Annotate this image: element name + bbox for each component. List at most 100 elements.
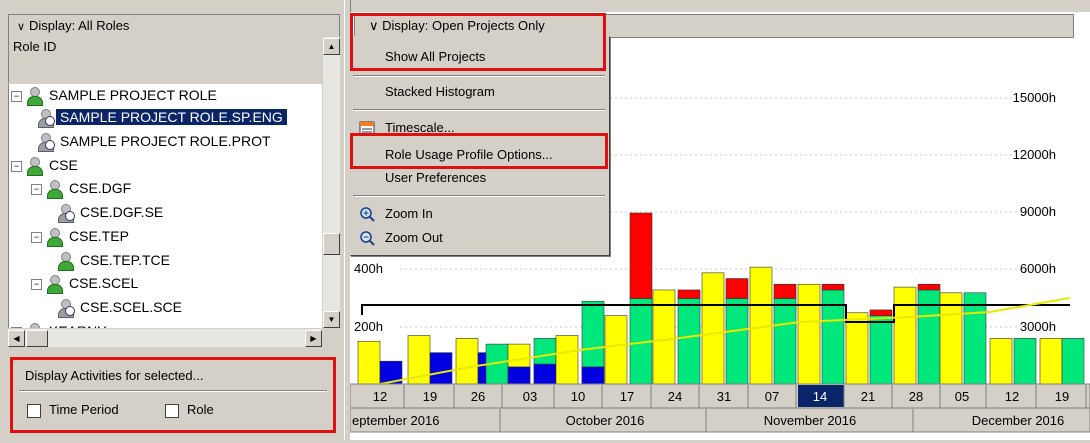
right-axis-tick-label: 9000h (1020, 204, 1056, 219)
collapse-icon[interactable]: − (11, 160, 22, 172)
divider (19, 390, 327, 392)
bar-blue (581, 366, 605, 385)
week-label: 12 (373, 389, 387, 404)
bar-red (821, 283, 845, 291)
role-tree: − SAMPLE PROJECT ROLE SAMPLE PROJECT ROLE.… (8, 84, 323, 328)
role-icon (26, 157, 43, 177)
scroll-up-button[interactable]: ▲ (323, 38, 340, 55)
right-axis-tick-label: 15000h (1013, 90, 1056, 105)
bar-green (677, 298, 701, 385)
menu-item-stacked-histogram[interactable]: Stacked Histogram (351, 80, 607, 104)
bar-yellow (357, 340, 381, 385)
tree-item-label: CSE.SCEL.SCE (80, 299, 182, 315)
week-label: 17 (620, 389, 634, 404)
week-label: 21 (861, 389, 875, 404)
menu-item-user-preferences[interactable]: User Preferences (351, 166, 607, 190)
display-activities-title: Display Activities for selected... (25, 368, 204, 383)
left-axis-tick-label: 400h (354, 261, 383, 276)
bar-yellow (455, 338, 479, 385)
tree-item[interactable]: − CSE.DGF (31, 177, 135, 200)
tree-item[interactable]: CSE.DGF.SE (57, 201, 167, 224)
role-icon (46, 275, 63, 295)
tree-item[interactable]: − CSE.SCEL (31, 272, 142, 295)
bar-yellow (701, 272, 725, 385)
week-label: 07 (765, 389, 779, 404)
month-label: eptember 2016 (352, 413, 439, 428)
bar-green (1061, 338, 1085, 385)
checkbox-box[interactable] (165, 403, 179, 418)
checkbox-box[interactable] (27, 403, 41, 418)
right-axis-tick-label: 6000h (1020, 261, 1056, 276)
tree-item[interactable]: − SAMPLE PROJECT ROLE (11, 84, 221, 107)
highlight-box (350, 133, 608, 169)
tree-item-label: CSE.TEP.TCE (80, 252, 170, 268)
bar-green (869, 315, 893, 385)
week-label: 28 (909, 389, 923, 404)
menu-separator (353, 109, 605, 111)
scroll-thumb[interactable] (323, 233, 340, 255)
tree-item-label: SAMPLE PROJECT ROLE.SP.ENG (55, 108, 288, 126)
bar-red (677, 289, 701, 299)
bar-green (725, 298, 749, 385)
role-checkbox[interactable]: Role (165, 402, 214, 418)
scroll-left-button[interactable]: ◀ (8, 330, 25, 347)
bar-blue (533, 363, 557, 385)
role-id-column-header[interactable]: Role ID (8, 37, 327, 83)
expand-icon[interactable]: + (11, 326, 22, 328)
collapse-icon[interactable]: − (31, 183, 42, 195)
horizontal-scroll-thumb[interactable] (26, 330, 48, 347)
tree-item[interactable]: SAMPLE PROJECT ROLE.PROT (37, 130, 275, 153)
highlight-box (350, 13, 606, 71)
week-label: 19 (423, 389, 437, 404)
week-label: 14 (813, 389, 827, 404)
bar-yellow (845, 312, 869, 385)
collapse-icon[interactable]: − (11, 90, 22, 102)
bar-red (725, 278, 749, 299)
chevron-down-icon: ∨ (17, 21, 26, 33)
bar-green (773, 298, 797, 385)
menu-item-zoom-out[interactable]: Zoom Out (351, 226, 607, 250)
tree-item[interactable]: + KEARNY (11, 320, 111, 328)
week-label: 24 (668, 389, 682, 404)
collapse-icon[interactable]: − (31, 278, 42, 290)
week-label: 05 (955, 389, 969, 404)
bar-red (629, 212, 653, 299)
role-clock-icon (37, 133, 55, 153)
tree-vertical-scrollbar[interactable]: ▲ ▼ (322, 37, 340, 328)
tree-item[interactable]: CSE.SCEL.SCE (57, 296, 186, 319)
month-label: December 2016 (972, 413, 1065, 428)
bar-red (773, 283, 797, 299)
bar-green (1013, 338, 1037, 385)
menu-separator (353, 75, 605, 77)
zoom-in-icon (360, 207, 375, 222)
display-roles-dropdown[interactable]: ∨ Display: All Roles (8, 14, 340, 38)
week-label: 26 (471, 389, 485, 404)
week-label: 19 (1055, 389, 1069, 404)
menu-separator (353, 195, 605, 197)
tree-item[interactable]: SAMPLE PROJECT ROLE.SP.ENG (37, 106, 288, 129)
tree-item[interactable]: CSE.TEP.TCE (57, 249, 174, 272)
bar-blue (429, 352, 453, 385)
zoom-out-icon (360, 231, 375, 246)
right-axis-tick-label: 3000h (1020, 319, 1056, 334)
collapse-icon[interactable]: − (31, 231, 42, 243)
bar-yellow (1039, 338, 1063, 385)
bar-red (917, 283, 941, 291)
scroll-right-button[interactable]: ▶ (305, 330, 322, 347)
tree-item[interactable]: − CSE (11, 154, 82, 177)
week-label: 03 (523, 389, 537, 404)
bar-yellow (989, 338, 1013, 385)
left-axis-tick-label: 200h (354, 319, 383, 334)
role-clock-icon (57, 299, 75, 319)
scroll-down-button[interactable]: ▼ (323, 311, 340, 328)
tree-item[interactable]: − CSE.TEP (31, 225, 133, 248)
bar-yellow (555, 335, 579, 385)
time-period-checkbox[interactable]: Time Period (27, 402, 119, 418)
tree-item-label: KEARNY (45, 323, 111, 328)
menu-item-zoom-in[interactable]: Zoom In (351, 202, 607, 226)
tree-horizontal-scrollbar[interactable]: ◀ ▶ (8, 329, 322, 347)
bar-blue (507, 366, 531, 385)
role-clock-icon (57, 204, 75, 224)
right-axis-tick-label: 12000h (1013, 147, 1056, 162)
bar-yellow (604, 315, 628, 385)
